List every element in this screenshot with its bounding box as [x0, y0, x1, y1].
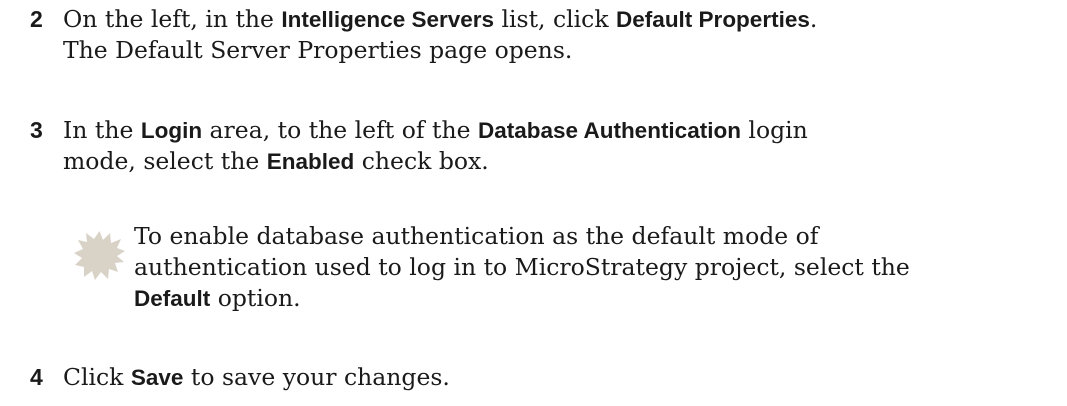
note-line: Default option.: [134, 283, 1053, 314]
step-number: 3: [30, 117, 43, 143]
step-line: On the left, in the Intelligence Servers…: [63, 4, 1057, 35]
text-run: On the left, in the: [63, 5, 282, 33]
note-callout: To enable database authentication as the…: [73, 221, 1053, 314]
step-text: In the Login area, to the left of the Da…: [63, 115, 1057, 177]
step-number: 4: [30, 364, 43, 390]
note-line: authentication used to log in to MicroSt…: [134, 253, 910, 281]
step-line: The Default Server Properties page opens…: [63, 36, 573, 64]
text-run: area, to the left of the: [202, 116, 478, 144]
step-number: 2: [30, 6, 43, 32]
text-run: Click: [63, 363, 131, 391]
text-run: mode, select the: [63, 147, 267, 175]
step-line: In the Login area, to the left of the Da…: [63, 115, 1057, 146]
step-line: Click Save to save your changes.: [63, 362, 1057, 393]
text-run: login: [740, 116, 808, 144]
step-3: 3 In the Login area, to the left of the …: [30, 115, 1057, 177]
ui-term: Default Properties: [616, 7, 810, 32]
note-burst-icon: [74, 231, 125, 280]
ui-term: Database Authentication: [477, 118, 741, 143]
step-line: mode, select the Enabled check box.: [63, 146, 1057, 177]
text-run: In the: [63, 116, 141, 144]
text-run: .: [809, 5, 818, 33]
text-run: to save your changes.: [183, 363, 450, 391]
ui-term: Enabled: [266, 149, 355, 174]
text-run: option.: [210, 284, 301, 312]
note-text: To enable database authentication as the…: [134, 221, 1053, 314]
ui-term: Login: [140, 118, 203, 143]
text-run: check box.: [354, 147, 489, 175]
step-4: 4 Click Save to save your changes.: [30, 362, 1057, 393]
note-line: To enable database authentication as the…: [134, 222, 819, 250]
ui-term: Save: [130, 365, 184, 390]
ui-term: Default: [134, 286, 211, 311]
text-run: list, click: [494, 5, 617, 33]
step-text: Click Save to save your changes.: [63, 362, 1057, 393]
step-text: On the left, in the Intelligence Servers…: [63, 4, 1057, 66]
ui-term: Intelligence Servers: [281, 7, 495, 32]
step-2: 2 On the left, in the Intelligence Serve…: [30, 4, 1057, 66]
